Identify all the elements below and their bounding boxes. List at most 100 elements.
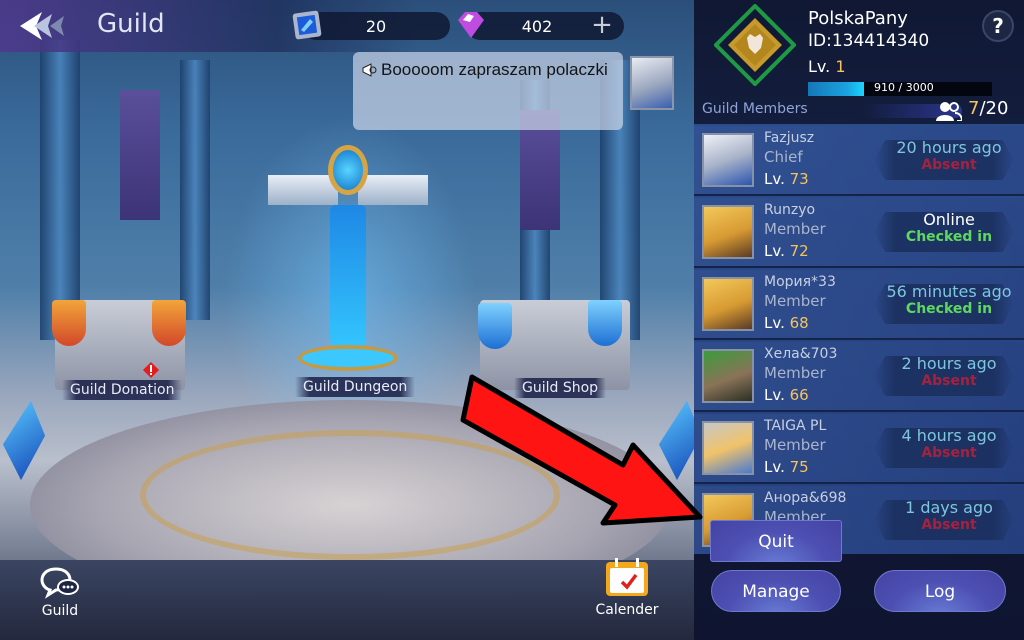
blue-crystal-decoration (653, 397, 694, 483)
member-name: Fazjusz (764, 130, 815, 146)
member-name: Runzyo (764, 202, 816, 218)
guild-chat-button[interactable]: Guild (30, 565, 90, 619)
guild-dungeon-label[interactable]: Guild Dungeon (295, 377, 416, 397)
member-row[interactable]: Fazjusz Chief Lv. 73 20 hours ago Absent (694, 126, 1024, 196)
hall-banner (120, 90, 160, 220)
guild-level: Lv. 1 (808, 57, 846, 76)
member-role: Member (764, 292, 826, 310)
member-avatar (702, 349, 754, 403)
member-level-value: 75 (789, 458, 809, 476)
member-last-seen: 1 days ago (905, 498, 993, 517)
member-status: Checked in (905, 229, 993, 245)
crystal-amount: 20 (365, 16, 387, 36)
member-avatar (702, 277, 754, 331)
log-button[interactable]: Log (874, 570, 1006, 612)
manage-button[interactable]: Manage (711, 570, 841, 612)
guild-members-list[interactable]: Fazjusz Chief Lv. 73 20 hours ago Absent… (694, 124, 1024, 554)
chat-message: Booooom zapraszam polaczki (381, 60, 608, 79)
member-row[interactable]: Хела&703 Member Lv. 66 2 hours ago Absen… (694, 342, 1024, 412)
portal-wing-left (268, 175, 338, 205)
gem-currency: 402 + (458, 12, 624, 40)
member-level-value: 68 (789, 314, 809, 332)
member-level: Lv. 75 (764, 458, 809, 476)
guild-chat-bubble[interactable]: Booooom zapraszam polaczki (353, 52, 623, 130)
help-button[interactable]: ? (982, 10, 1014, 42)
alert-icon (143, 362, 159, 378)
guild-chat-label: Guild (41, 603, 79, 619)
member-row[interactable]: TAIGA PL Member Lv. 75 4 hours ago Absen… (694, 414, 1024, 484)
hall-pillar (180, 60, 210, 320)
add-gems-button[interactable]: + (590, 12, 614, 40)
member-level: Lv. 73 (764, 170, 809, 188)
guild-emblem-icon (714, 4, 796, 86)
back-arrow-icon (20, 12, 64, 40)
member-avatar (702, 205, 754, 259)
member-level-prefix: Lv. (764, 314, 790, 332)
member-status: Checked in (905, 301, 993, 317)
floor-emblem (140, 430, 560, 560)
crystal-currency: 20 (292, 10, 450, 40)
member-last-seen: 56 minutes ago (886, 282, 1012, 301)
member-level-prefix: Lv. (764, 458, 790, 476)
member-role: Member (764, 220, 826, 238)
guild-donation-label[interactable]: Guild Donation (62, 380, 183, 400)
guild-level-prefix: Lv. (808, 57, 831, 76)
guild-shop-label[interactable]: Guild Shop (514, 378, 607, 398)
quit-button[interactable]: Quit (710, 520, 842, 562)
back-button[interactable] (18, 10, 76, 42)
member-count-current: 7 (968, 98, 980, 119)
member-avatar (702, 133, 754, 187)
member-status: Absent (921, 157, 977, 173)
portal-energy (330, 205, 366, 355)
guild-name: PolskaPany (808, 8, 908, 29)
member-last-seen: 20 hours ago (896, 138, 1002, 157)
member-name: Хела&703 (764, 346, 838, 362)
member-role: Chief (764, 148, 803, 166)
member-status: Absent (921, 517, 977, 533)
portal-pool (298, 345, 398, 371)
chat-sender-avatar[interactable] (630, 56, 674, 110)
guild-members-title: Guild Members (702, 101, 808, 117)
donation-shield (152, 300, 186, 346)
member-name: Анора&698 (764, 490, 847, 506)
portal-orb (328, 145, 368, 195)
guild-dungeon-portal[interactable] (258, 145, 438, 385)
member-name: TAIGA PL (764, 418, 827, 434)
member-avatar (702, 421, 754, 475)
calendar-icon (606, 558, 648, 596)
shop-shield (588, 300, 622, 346)
member-level-value: 73 (789, 170, 809, 188)
calendar-label: Calender (595, 602, 659, 618)
shop-shield (478, 303, 512, 349)
guild-xp-text: 910 / 3000 (874, 81, 934, 94)
member-level-prefix: Lv. (764, 170, 790, 188)
hall-pillar (40, 40, 80, 340)
member-status: Absent (921, 373, 977, 389)
member-last-seen: Online (923, 210, 975, 229)
member-level-value: 66 (789, 386, 809, 404)
member-status: Absent (921, 445, 977, 461)
guild-xp-bar: 910 / 3000 (808, 81, 992, 96)
member-role: Member (764, 436, 826, 454)
guild-level-value: 1 (835, 57, 846, 76)
member-level-value: 72 (789, 242, 809, 260)
calendar-button[interactable]: Calender (592, 556, 662, 618)
member-last-seen: 4 hours ago (901, 426, 997, 445)
donation-shield (52, 300, 86, 346)
member-name: Мория*33 (764, 274, 836, 290)
hall-stairs (0, 560, 694, 640)
member-level: Lv. 66 (764, 386, 809, 404)
guild-id: ID:134414340 (808, 31, 930, 51)
member-row[interactable]: Мория*33 Member Lv. 68 56 minutes ago Ch… (694, 270, 1024, 340)
members-icon (936, 102, 962, 121)
member-level-prefix: Lv. (764, 386, 790, 404)
member-role: Member (764, 364, 826, 382)
member-row[interactable]: Runzyo Member Lv. 72 Online Checked in (694, 198, 1024, 268)
page-title: Guild (97, 9, 165, 39)
portal-wing-right (358, 175, 428, 205)
member-last-seen: 2 hours ago (901, 354, 997, 373)
member-count-max: /20 (979, 98, 1009, 119)
guild-xp-fill (808, 82, 864, 96)
member-level: Lv. 72 (764, 242, 809, 260)
blue-crystal-decoration (0, 397, 51, 483)
